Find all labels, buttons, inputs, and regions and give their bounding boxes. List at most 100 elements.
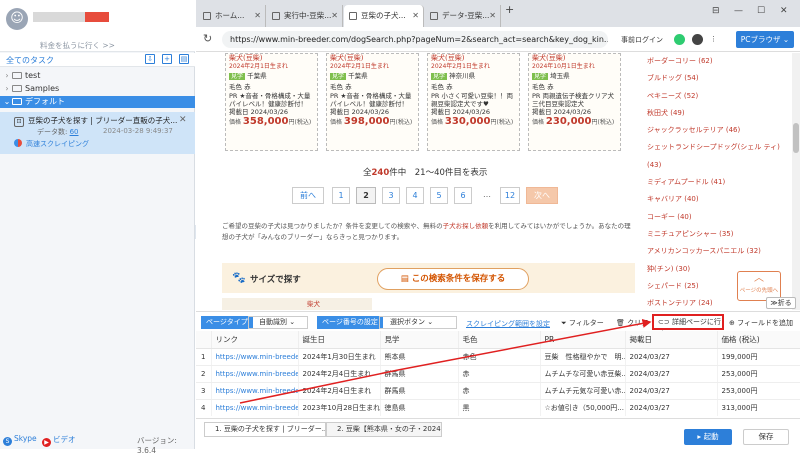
import-icon[interactable]: ⇩: [145, 54, 155, 64]
skype-link[interactable]: S Skype: [3, 434, 37, 446]
menu-icon[interactable]: ⊟: [712, 6, 720, 16]
page-button[interactable]: 1: [332, 187, 350, 204]
save-button[interactable]: 保存: [743, 429, 789, 445]
page-button[interactable]: 6: [454, 187, 472, 204]
add-field-button[interactable]: ⊕ フィールドを追加: [729, 318, 793, 328]
page-button[interactable]: 次へ: [526, 187, 558, 204]
scroll-thumb[interactable]: [793, 123, 799, 153]
column-header[interactable]: 誕生日: [298, 331, 381, 349]
card-title[interactable]: 柴犬(豆柴): [229, 54, 314, 63]
request-link[interactable]: 子犬お探し依頼: [443, 222, 489, 230]
table-cell[interactable]: https://www.min-breede: [211, 348, 299, 366]
close-icon[interactable]: ✕: [331, 5, 338, 27]
column-header[interactable]: [196, 331, 212, 349]
breed-link[interactable]: ブルドッグ (54): [647, 70, 787, 87]
close-window-icon[interactable]: ✕: [780, 6, 788, 16]
table-cell: ムチムチ元気な可愛い赤...: [540, 382, 626, 400]
close-icon[interactable]: ✕: [254, 5, 261, 27]
close-icon[interactable]: ✕: [489, 5, 496, 27]
new-folder-icon[interactable]: ▤: [179, 54, 189, 64]
scrape-range-link[interactable]: スクレイピング範囲を設定: [466, 319, 550, 329]
table-row[interactable]: 1 https://www.min-breede 2024年1月30日生まれ 熊本県赤…: [196, 348, 800, 366]
page-button[interactable]: 5: [430, 187, 448, 204]
save-search-button[interactable]: ▤ この検索条件を保存する: [377, 268, 529, 290]
tab-data[interactable]: データ-豆柴... ✕: [425, 5, 501, 27]
fold-button[interactable]: ≫折る: [766, 297, 796, 309]
maximize-icon[interactable]: ☐: [757, 6, 765, 16]
table-row[interactable]: 2 https://www.min-breede 2024年2月4日生まれ 群馬県赤ム…: [196, 365, 800, 383]
page-button[interactable]: 12: [500, 187, 520, 204]
video-link[interactable]: ▶ ビデオ: [42, 434, 76, 447]
data-count-value[interactable]: 60: [70, 128, 79, 136]
breed-link[interactable]: ミディアムプードル (41): [647, 174, 787, 191]
reload-icon[interactable]: ↻: [203, 32, 212, 45]
dog-card[interactable]: 柴犬(豆柴) 2024年2月1日生まれ 見学 千葉県 毛色 赤 PR ★音者・骨格構成・…: [225, 53, 318, 151]
extension-icon[interactable]: [692, 34, 703, 45]
close-icon[interactable]: ✕: [179, 115, 187, 125]
page-button[interactable]: 前へ: [292, 187, 324, 204]
data-tab-1[interactable]: 1. 豆柴の子犬を探す | ブリーダー...: [204, 422, 326, 437]
page-type-select[interactable]: 自動識別 ⌄: [248, 316, 308, 329]
dog-card[interactable]: 柴犬(豆柴) 2024年2月1日生まれ 見学 神奈川県 毛色 赤 PR 小さく可愛い豆柴…: [427, 53, 520, 151]
table-row[interactable]: 3 https://www.min-breede 2024年2月4日生まれ 群馬県赤ム…: [196, 382, 800, 400]
avatar[interactable]: ☺: [6, 8, 28, 30]
table-cell[interactable]: https://www.min-breede: [211, 399, 299, 416]
back-to-top-label: ページの先頭へ: [739, 288, 779, 294]
tab-label: ホーム...: [215, 11, 245, 20]
more-icon[interactable]: ⋮: [710, 35, 717, 43]
card-title[interactable]: 柴犬(豆柴): [330, 54, 415, 63]
column-header[interactable]: 毛色: [458, 331, 541, 349]
page-button[interactable]: 2: [356, 187, 376, 204]
column-header[interactable]: リンク: [211, 331, 299, 349]
dog-card[interactable]: 柴犬(豆柴) 2024年10月1日生まれ 見学 埼玉県 毛色 赤 PR 両親遺伝子検査ク…: [528, 53, 621, 151]
breed-link[interactable]: ジャックラッセルテリア (46): [647, 122, 787, 139]
table-cell[interactable]: https://www.min-breede: [211, 365, 299, 383]
page-scrollbar[interactable]: [792, 53, 800, 310]
column-header[interactable]: 掲載日: [625, 331, 718, 349]
breed-link[interactable]: コーギー (40): [647, 209, 787, 226]
table-row[interactable]: 4 https://www.min-breede 2023年10月28日生まれ 徳島県…: [196, 399, 800, 416]
table-cell[interactable]: https://www.min-breede: [211, 382, 299, 400]
page-num-select[interactable]: 選択ボタン ⌄: [379, 316, 457, 329]
task-name[interactable]: 豆柴の子犬を探す | ブリーダー直販の子犬...: [28, 115, 177, 126]
task-item[interactable]: ⊡ 豆柴の子犬を探す | ブリーダー直販の子犬... ✕ データ数: 60 20…: [0, 112, 195, 154]
pre-login-button[interactable]: 事前ログイン: [621, 35, 663, 45]
breed-link-partial[interactable]: 柴犬: [222, 298, 372, 310]
card-title[interactable]: 柴犬(豆柴): [532, 54, 617, 63]
breed-link[interactable]: 秋田犬 (49): [647, 105, 787, 122]
column-header[interactable]: 価格 (税込): [717, 331, 800, 349]
new-tab-icon[interactable]: +: [505, 3, 514, 16]
filter-button[interactable]: ⏷ フィルター: [561, 318, 604, 328]
page-button[interactable]: 4: [406, 187, 424, 204]
page-button[interactable]: 3: [382, 187, 400, 204]
card-title[interactable]: 柴犬(豆柴): [431, 54, 516, 63]
breed-link[interactable]: ペキニーズ (52): [647, 88, 787, 105]
pc-browser-button[interactable]: PCブラウザ ⌄: [736, 31, 794, 48]
column-header[interactable]: PR: [540, 331, 626, 349]
new-task-icon[interactable]: +: [162, 54, 172, 64]
folder-test[interactable]: › test: [0, 70, 195, 82]
url-input[interactable]: https://www.min-breeder.com/dogSearch.ph…: [222, 31, 608, 48]
all-tasks-label[interactable]: 全てのタスク: [6, 55, 54, 66]
breed-link[interactable]: シェットランドシープドッグ(シェル ティ) (43): [647, 139, 787, 174]
visit-badge: 見学: [330, 73, 347, 80]
extension-icon[interactable]: [674, 34, 685, 45]
dog-card[interactable]: 柴犬(豆柴) 2024年2月1日生まれ 見学 千葉県 毛色 赤 PR ★音者・骨格構成・…: [326, 53, 419, 151]
breed-link[interactable]: アメリカンコッカースパニエル (32): [647, 243, 787, 260]
column-header[interactable]: 見学: [380, 331, 459, 349]
close-icon[interactable]: ✕: [412, 5, 419, 27]
folder-samples[interactable]: › Samples: [0, 83, 195, 95]
breed-link[interactable]: ボーダーコリー (62): [647, 53, 787, 70]
data-tab-2[interactable]: 2. 豆柴【熊本県・女の子・2024年...: [326, 422, 442, 437]
tab-home[interactable]: ホーム... ✕: [198, 5, 266, 27]
detail-page-button[interactable]: ⊂⊃ 詳細ページに行く: [652, 314, 724, 338]
tab-running[interactable]: 実行中-豆柴... ✕: [267, 5, 343, 27]
clear-button[interactable]: 🗑 クリア: [616, 318, 648, 328]
minimize-icon[interactable]: —: [734, 6, 743, 16]
breed-link[interactable]: ミニチュアピンシャー (35): [647, 226, 787, 243]
folder-default[interactable]: ⌄ デフォルト: [0, 96, 195, 108]
start-button[interactable]: ▸ 起動: [684, 429, 732, 445]
breed-link[interactable]: キャバリア (40): [647, 191, 787, 208]
pay-link[interactable]: 料金を払うに行く >>: [40, 40, 115, 51]
tab-current-page[interactable]: 豆柴の子犬... ✕: [344, 5, 424, 27]
